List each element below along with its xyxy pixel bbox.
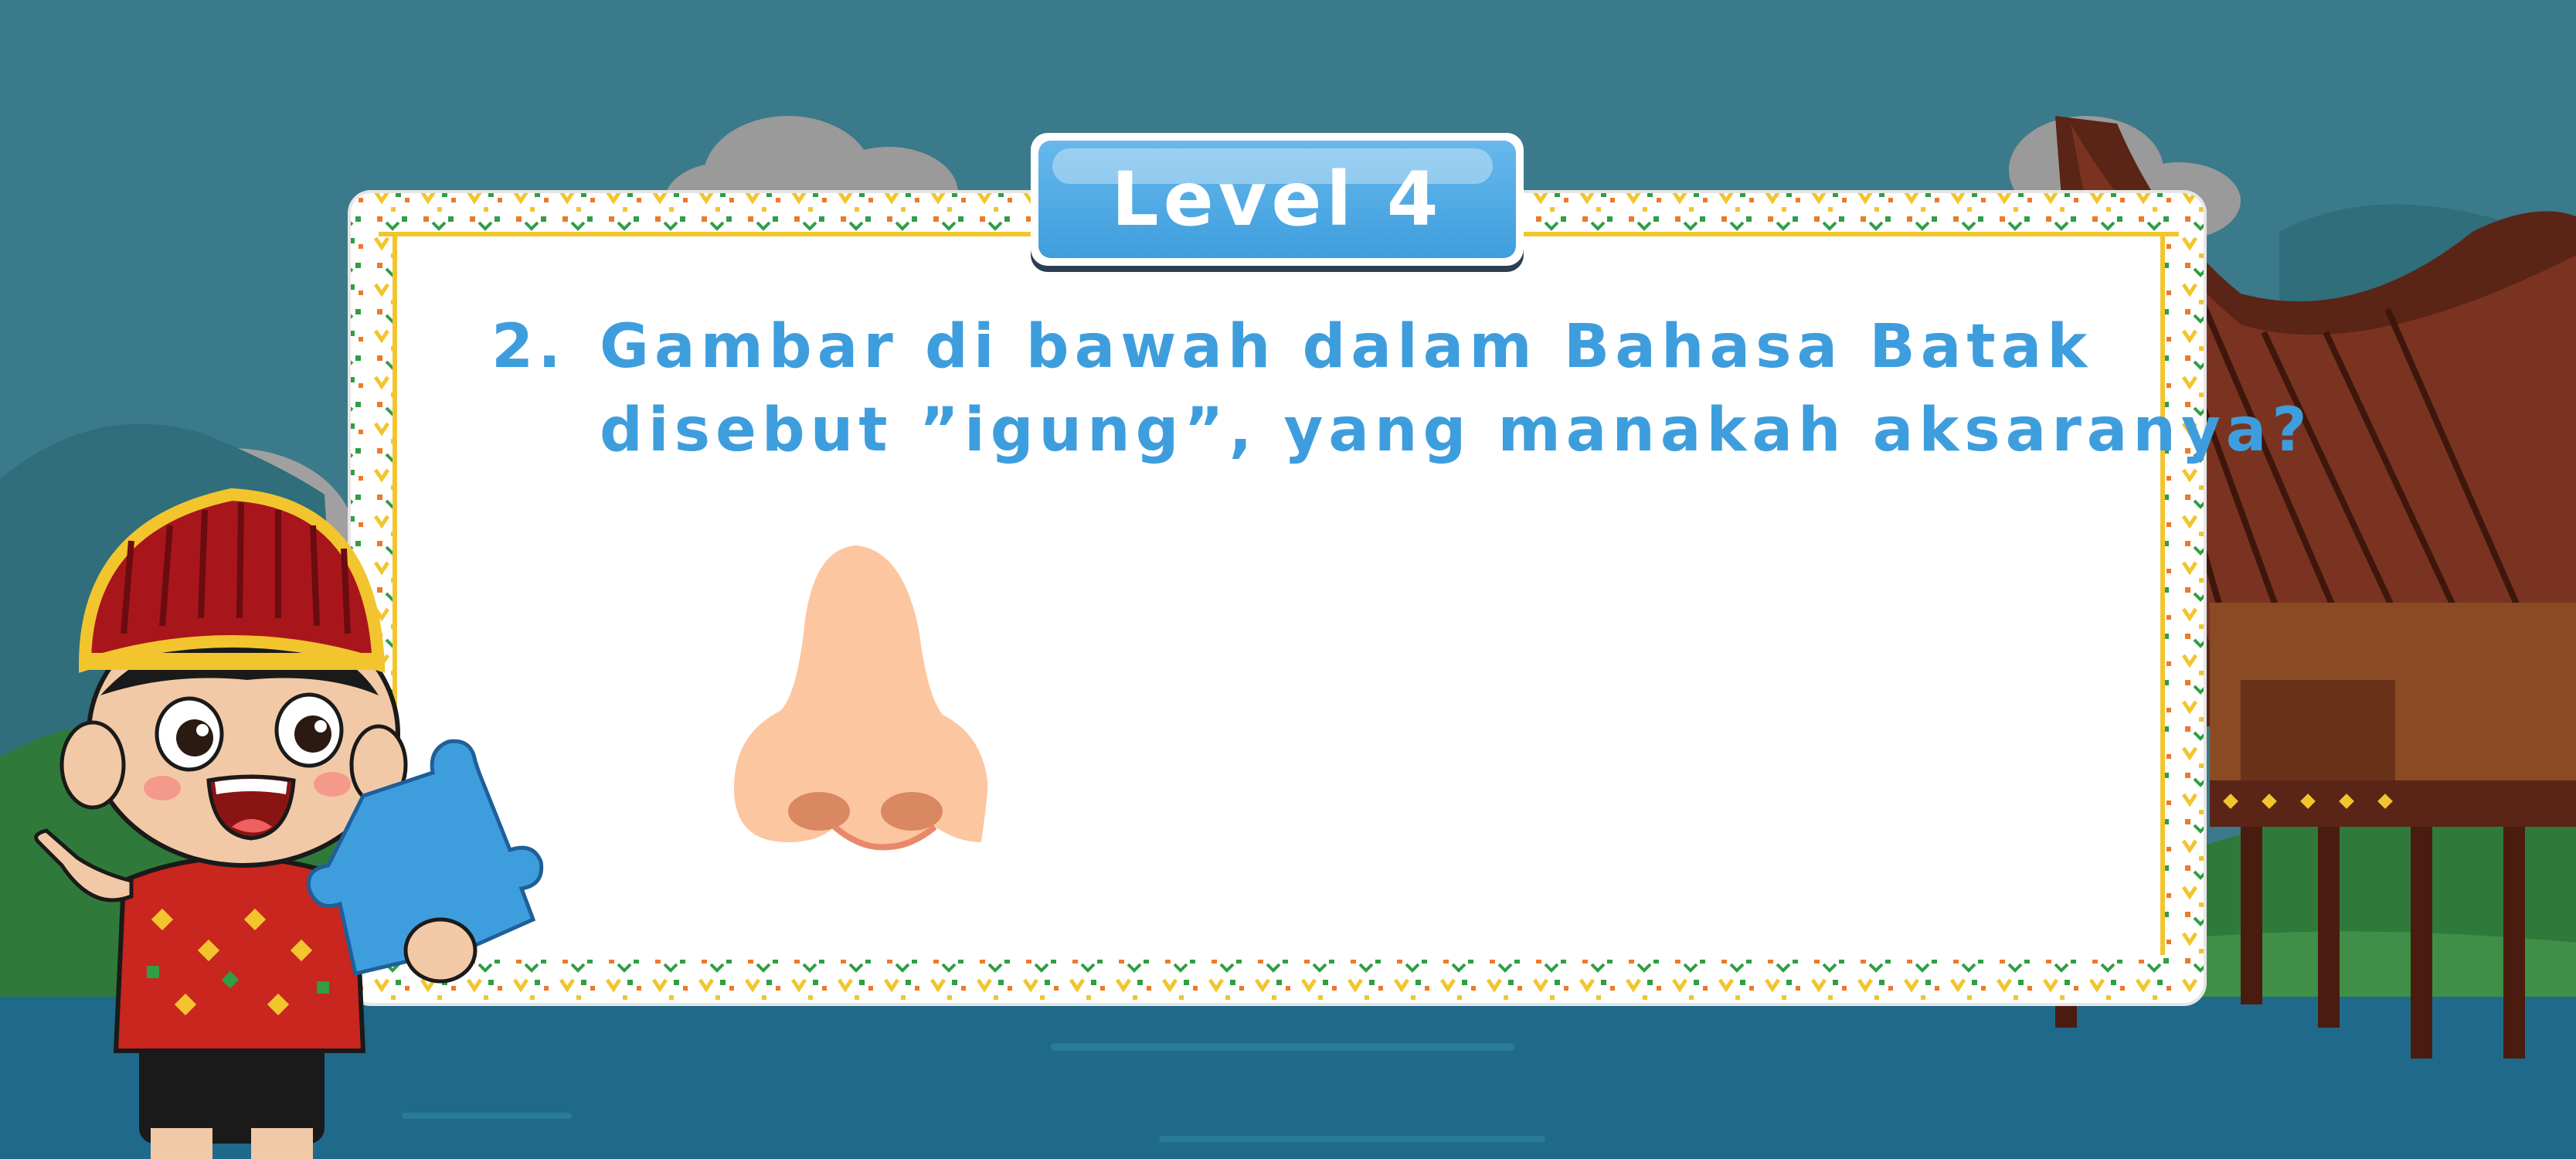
hand xyxy=(403,917,477,984)
level-label: Level 4 xyxy=(1111,156,1443,243)
question-number: 2. xyxy=(491,312,566,382)
lake-water xyxy=(0,997,2576,1159)
question-text-line-1: Gambar di bawah dalam Bahasa Batak xyxy=(600,312,2093,382)
level-badge: Level 4 xyxy=(1031,133,1524,266)
question-text-line-2: disebut ”igung”, yang manakah aksaranya? xyxy=(600,396,2313,465)
